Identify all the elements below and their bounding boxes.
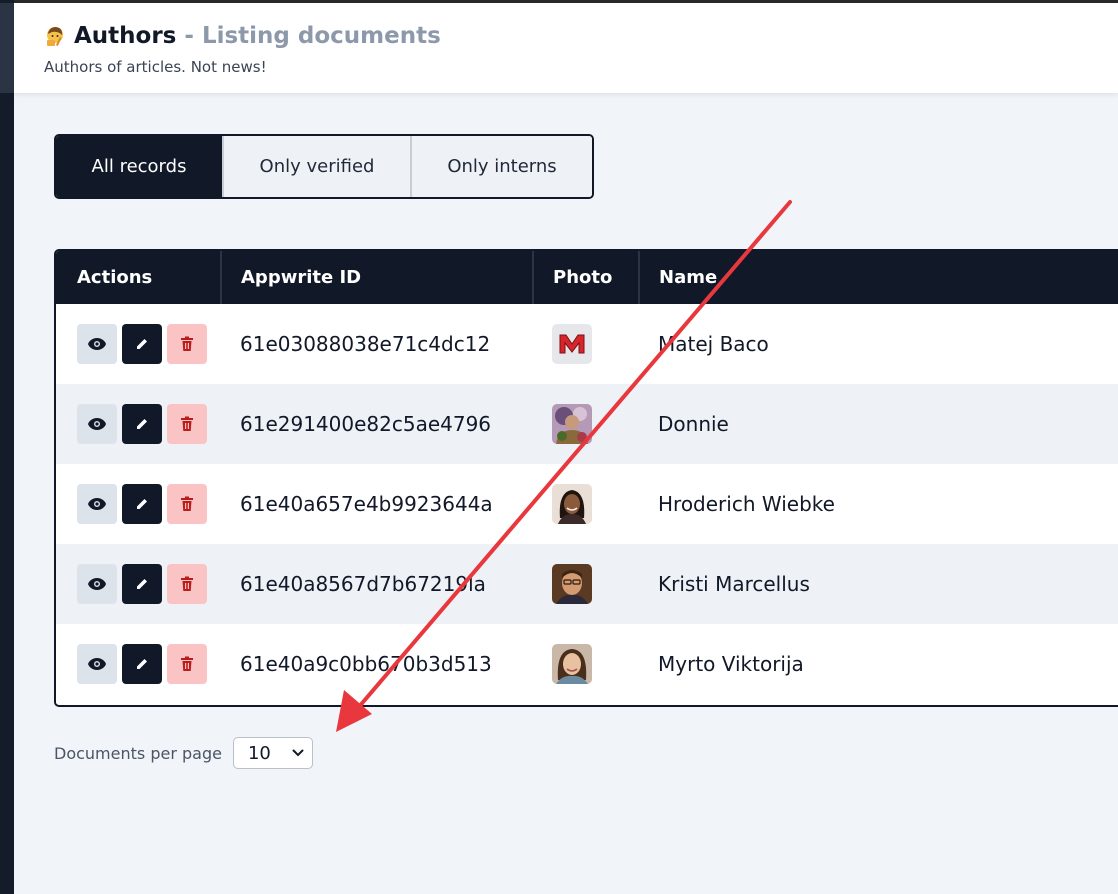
appwrite-id-cell: 61e40a9c0bb670b3d513 (240, 652, 492, 676)
edit-button[interactable] (122, 484, 162, 524)
edit-button[interactable] (122, 564, 162, 604)
appwrite-id-cell: 61e40a657e4b9923644a (240, 492, 493, 516)
left-sidebar-edge (0, 0, 14, 894)
page-title: Authors (74, 23, 177, 49)
view-button[interactable] (77, 564, 117, 604)
table-row: 61e291400e82c5ae4796 Donnie (56, 384, 1118, 464)
pencil-icon (137, 657, 149, 669)
left-sidebar-edge-top (0, 3, 14, 93)
author-name-cell: Kristi Marcellus (658, 572, 810, 596)
eye-icon (88, 498, 106, 510)
tab-only-interns[interactable]: Only interns (410, 136, 592, 197)
tab-all-records[interactable]: All records (56, 136, 222, 197)
eye-icon (88, 658, 106, 670)
page-header: Authors - Listing documents Authors of a… (14, 3, 1118, 93)
brand-logo-m-icon (559, 334, 585, 354)
author-photo (552, 324, 592, 364)
column-header-actions: Actions (77, 267, 153, 288)
author-name-cell: Myrto Viktorija (658, 652, 804, 676)
tab-only-verified[interactable]: Only verified (222, 136, 410, 197)
edit-button[interactable] (122, 404, 162, 444)
author-emoji-icon (47, 27, 63, 46)
author-photo (552, 644, 592, 684)
delete-button[interactable] (167, 324, 207, 364)
record-filter-tabs: All records Only verified Only interns (54, 134, 594, 199)
delete-button[interactable] (167, 404, 207, 444)
view-button[interactable] (77, 324, 117, 364)
eye-icon (88, 338, 106, 350)
page-title-row: Authors - Listing documents (44, 23, 441, 49)
chevron-down-icon (292, 749, 304, 757)
pencil-icon (137, 497, 149, 509)
trash-icon (181, 416, 193, 431)
page-subtitle: Authors of articles. Not news! (44, 58, 267, 76)
table-row: 61e40a8567d7b67219la Kristi Marcellus (56, 544, 1118, 624)
avatar-photo-icon (552, 484, 592, 524)
author-name-cell: Matej Baco (658, 332, 769, 356)
author-name-cell: Donnie (658, 412, 729, 436)
pencil-icon (137, 417, 149, 429)
eye-icon (88, 578, 106, 590)
documents-per-page-value: 10 (247, 742, 271, 764)
eye-icon (88, 418, 106, 430)
trash-icon (181, 496, 193, 511)
page-title-suffix: - Listing documents (184, 23, 441, 49)
pencil-icon (137, 577, 149, 589)
appwrite-id-cell: 61e03088038e71c4dc12 (240, 332, 491, 356)
column-header-appwrite-id: Appwrite ID (241, 267, 362, 288)
avatar-photo-icon (552, 404, 592, 444)
edit-button[interactable] (122, 644, 162, 684)
view-button[interactable] (77, 644, 117, 684)
author-photo (552, 484, 592, 524)
author-name-cell: Hroderich Wiebke (658, 492, 835, 516)
table-header: Actions Appwrite ID Photo Name (56, 251, 1118, 304)
table-row: 61e03088038e71c4dc12 Matej Baco (56, 304, 1118, 384)
trash-icon (181, 656, 193, 671)
documents-per-page-control: Documents per page 10 (54, 737, 313, 769)
appwrite-id-cell: 61e40a8567d7b67219la (240, 572, 486, 596)
pencil-icon (137, 337, 149, 349)
trash-icon (181, 336, 193, 351)
documents-table: Actions Appwrite ID Photo Name 61e030880… (54, 249, 1118, 707)
delete-button[interactable] (167, 564, 207, 604)
edit-button[interactable] (122, 324, 162, 364)
column-header-name: Name (659, 267, 718, 288)
view-button[interactable] (77, 404, 117, 444)
table-row: 61e40a657e4b9923644a Hroderich Wiebke (56, 464, 1118, 544)
author-photo (552, 404, 592, 444)
delete-button[interactable] (167, 484, 207, 524)
table-row: 61e40a9c0bb670b3d513 Myrto Viktorija (56, 624, 1118, 704)
view-button[interactable] (77, 484, 117, 524)
column-header-photo: Photo (553, 267, 613, 288)
documents-per-page-select[interactable]: 10 (232, 737, 313, 769)
appwrite-id-cell: 61e291400e82c5ae4796 (240, 412, 492, 436)
author-photo (552, 564, 592, 604)
avatar-photo-icon (552, 564, 592, 604)
trash-icon (181, 576, 193, 591)
avatar-photo-icon (552, 644, 592, 684)
documents-per-page-label: Documents per page (54, 743, 222, 763)
delete-button[interactable] (167, 644, 207, 684)
